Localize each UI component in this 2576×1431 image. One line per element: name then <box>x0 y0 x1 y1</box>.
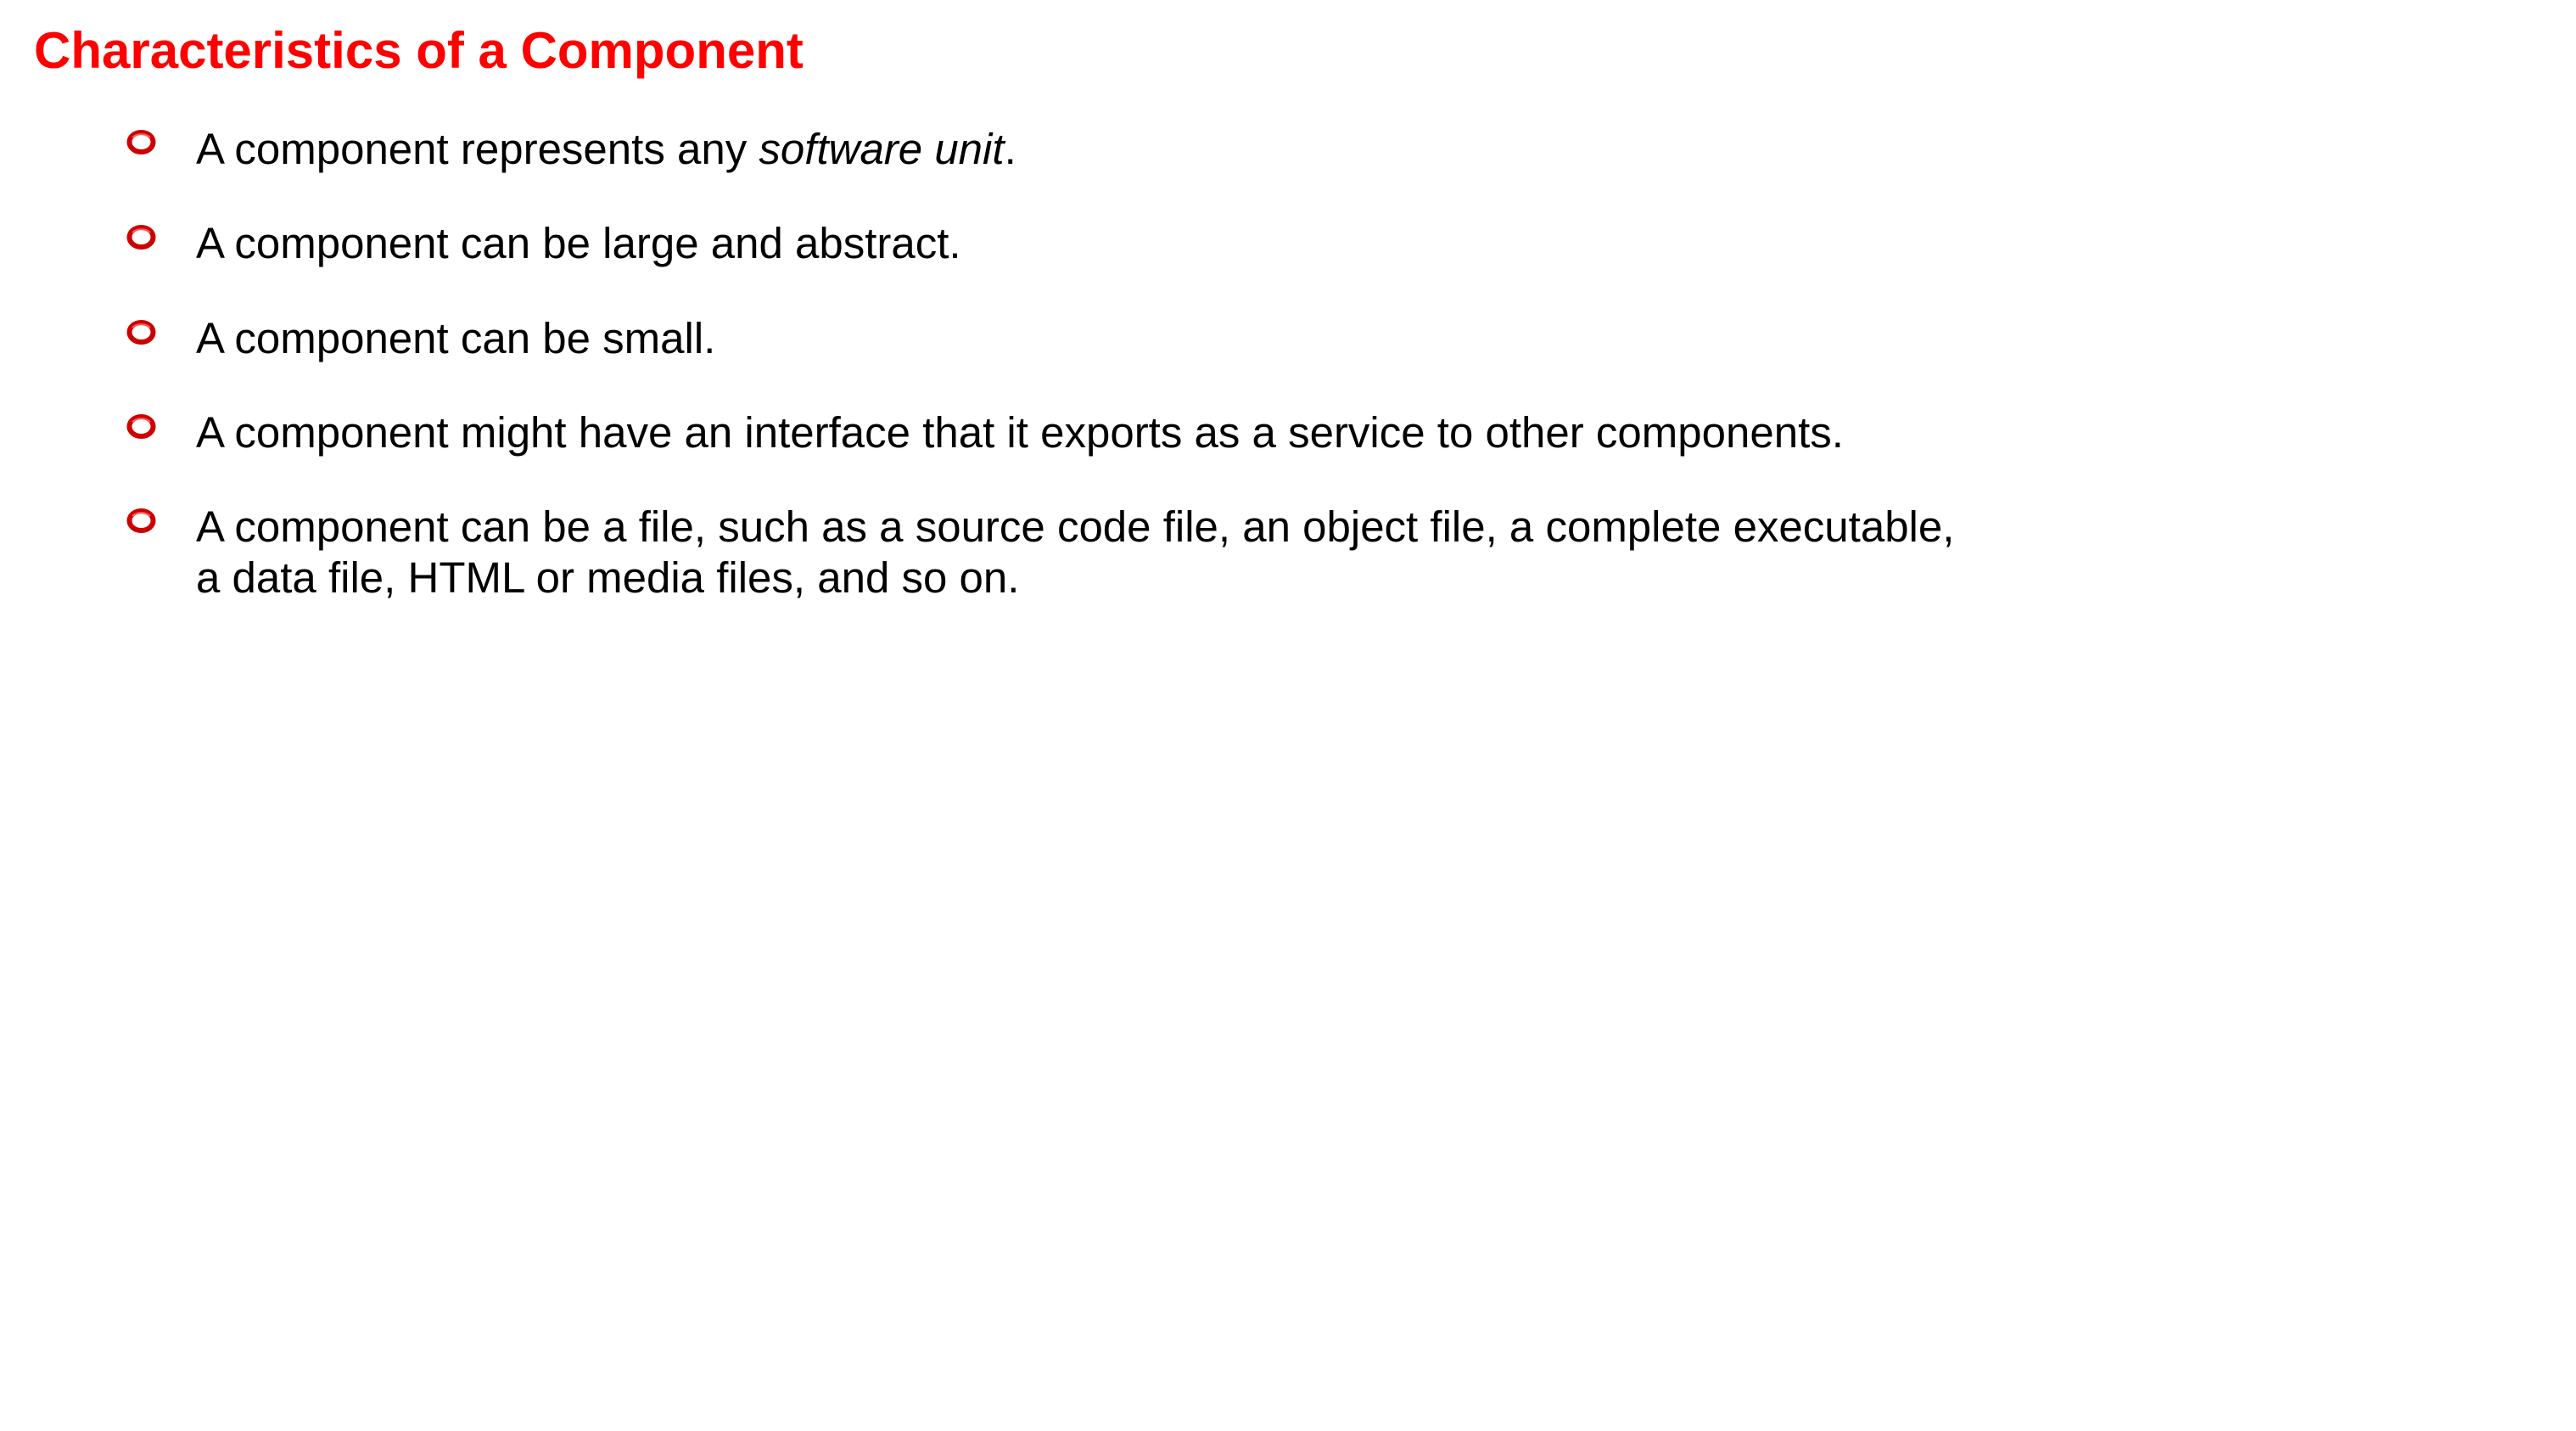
bullet-text-segment: . <box>1004 125 1016 173</box>
red-ring-icon <box>126 130 156 154</box>
slide-title: Characteristics of a Component <box>34 22 804 79</box>
bullet-text: A component represents any software unit… <box>196 124 1016 175</box>
red-ring-icon <box>126 225 156 250</box>
red-ring-icon <box>126 320 156 345</box>
bullet-text-emphasis: software unit <box>759 125 1005 173</box>
red-ring-icon <box>126 414 156 439</box>
bullet-text: A component can be small. <box>196 314 716 362</box>
bullet-text-line-1: A component can be a file, such as a sou… <box>196 502 1955 551</box>
bullet-text: A component might have an interface that… <box>196 408 1844 457</box>
bullet-text-line-2: a data file, HTML or media files, and so… <box>196 553 1020 602</box>
bullet-text: A component can be large and abstract. <box>196 219 961 267</box>
red-ring-icon <box>126 508 156 533</box>
bullet-text-segment: A component represents any <box>196 125 759 173</box>
slide: Characteristics of a Component A compone… <box>0 0 2576 1431</box>
